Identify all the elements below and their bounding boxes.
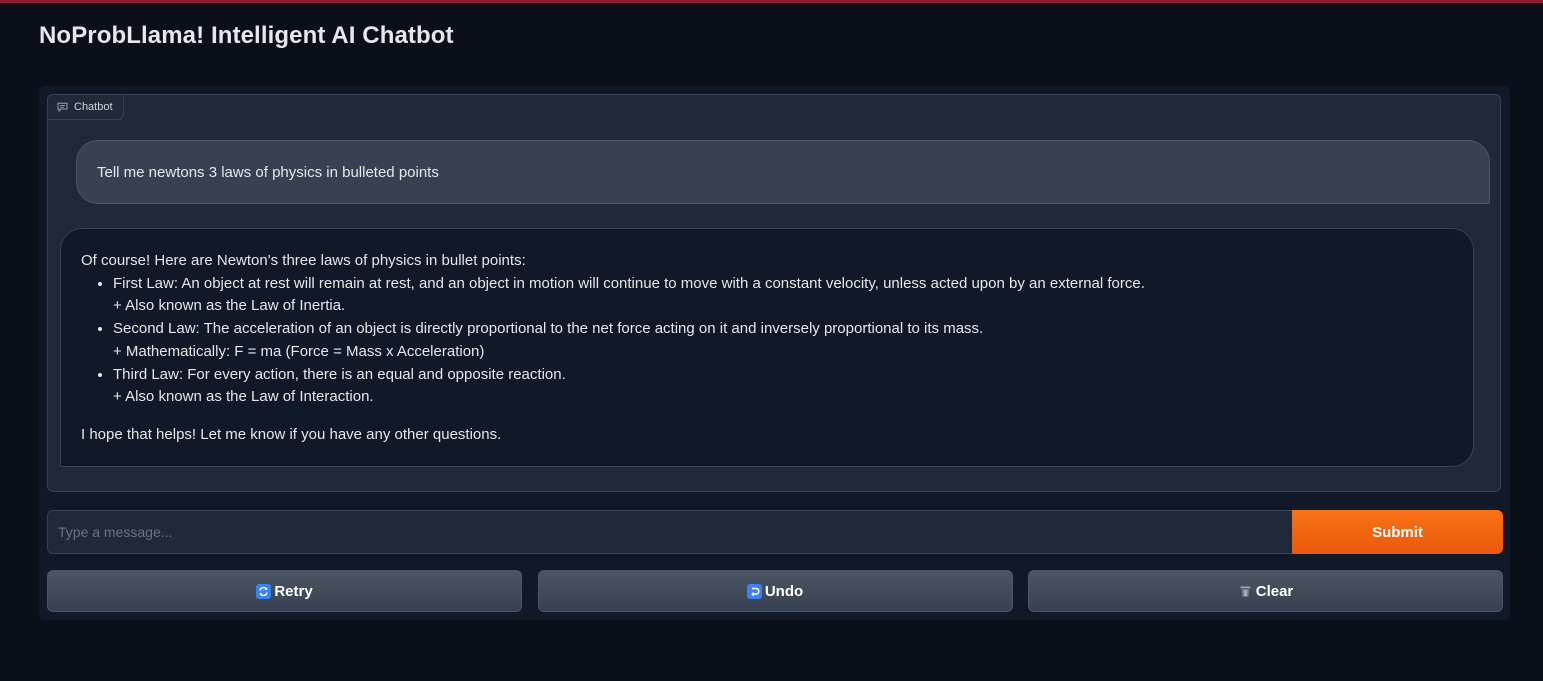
bot-message-list: First Law: An object at rest will remain… <box>81 273 1453 409</box>
clear-button-label: Clear <box>1255 582 1294 600</box>
list-item: First Law: An object at rest will remain… <box>113 273 1453 318</box>
clear-button[interactable]: Clear <box>1028 570 1503 612</box>
bot-message-outro: I hope that helps! Let me know if you ha… <box>81 425 502 443</box>
undo-button[interactable]: Undo <box>537 570 1013 612</box>
undo-icon <box>746 583 762 599</box>
top-accent-bar <box>0 0 1543 3</box>
chatbot-label-text: Chatbot <box>74 101 113 113</box>
list-item: Third Law: For every action, there is an… <box>113 364 1453 409</box>
retry-icon <box>256 583 272 599</box>
user-message: Tell me newtons 3 laws of physics in bul… <box>76 140 1490 204</box>
page-title: NoProbLlama! Intelligent AI Chatbot <box>39 22 454 49</box>
list-item-subtext: + Also known as the Law of Inertia. <box>113 297 346 315</box>
message-input[interactable] <box>47 510 1292 554</box>
list-item-text: Second Law: The acceleration of an objec… <box>113 320 984 338</box>
retry-button-label: Retry <box>274 582 313 600</box>
action-button-row: Retry Undo Clear <box>47 570 1503 612</box>
trash-icon <box>1238 584 1253 599</box>
undo-button-label: Undo <box>764 582 804 600</box>
list-item-text: Third Law: For every action, there is an… <box>113 365 566 383</box>
bot-message: Of course! Here are Newton's three laws … <box>60 228 1474 467</box>
list-item: Second Law: The acceleration of an objec… <box>113 318 1453 363</box>
list-item-text: First Law: An object at rest will remain… <box>113 274 1145 292</box>
bot-message-intro: Of course! Here are Newton's three laws … <box>81 252 526 269</box>
chatbot-label: Chatbot <box>47 94 124 120</box>
list-item-subtext: + Mathematically: F = ma (Force = Mass x… <box>113 342 485 360</box>
message-input-row: Submit <box>47 510 1503 554</box>
list-item-subtext: + Also known as the Law of Interaction. <box>113 388 374 406</box>
chat-bubble-icon <box>57 102 68 112</box>
retry-button[interactable]: Retry <box>47 570 522 612</box>
submit-button[interactable]: Submit <box>1292 510 1503 554</box>
user-message-text: Tell me newtons 3 laws of physics in bul… <box>97 163 439 181</box>
